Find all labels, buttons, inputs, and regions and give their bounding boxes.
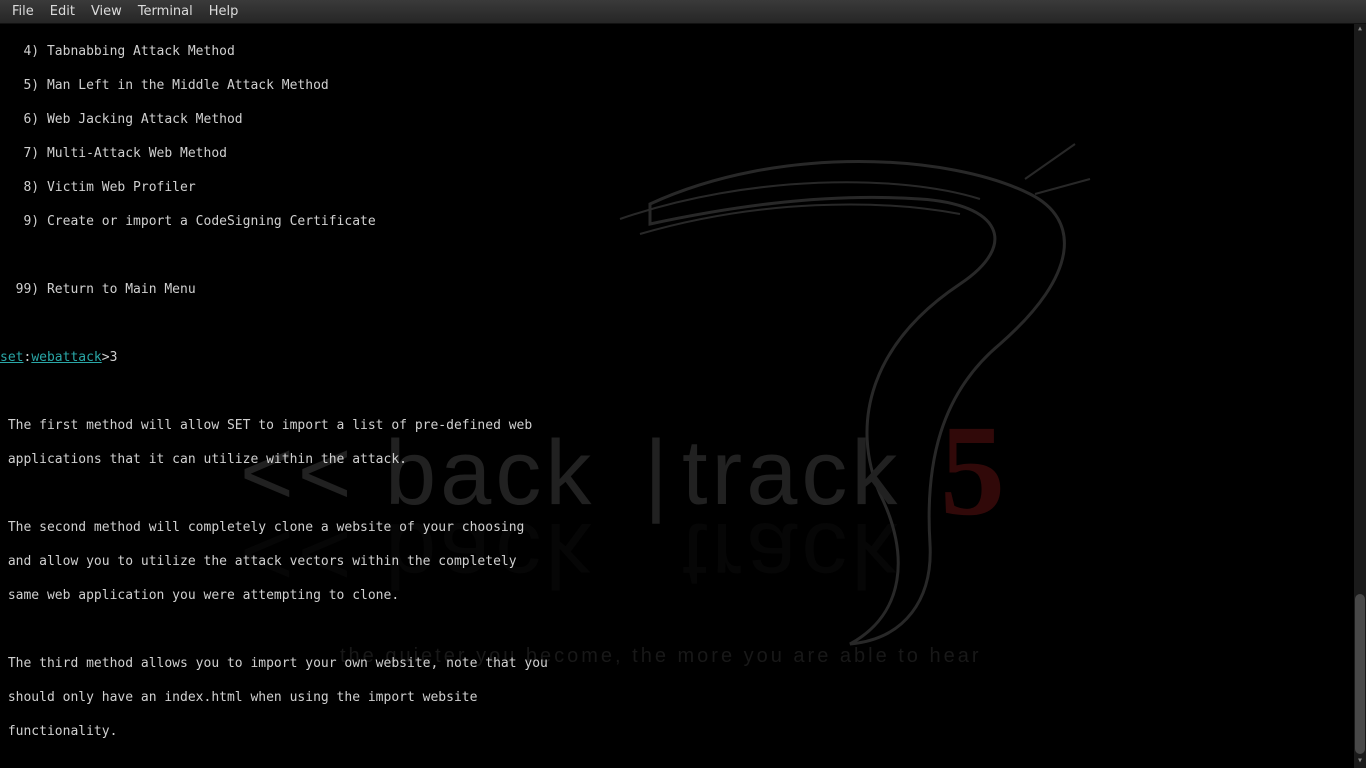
menu-file[interactable]: File: [4, 1, 42, 22]
menu-edit[interactable]: Edit: [42, 1, 83, 22]
terminal-output[interactable]: 4) Tabnabbing Attack Method 5) Man Left …: [0, 24, 1366, 768]
description-text: same web application you were attempting…: [0, 587, 1366, 604]
menu-help[interactable]: Help: [201, 1, 247, 22]
description-text: applications that it can utilize within …: [0, 451, 1366, 468]
menu-view[interactable]: View: [83, 1, 130, 22]
menu-option: 8) Victim Web Profiler: [0, 179, 1366, 196]
blank-line: [0, 315, 1366, 332]
description-text: The second method will completely clone …: [0, 519, 1366, 536]
description-text: The first method will allow SET to impor…: [0, 417, 1366, 434]
description-text: functionality.: [0, 723, 1366, 740]
scroll-down-icon[interactable]: ▾: [1354, 756, 1366, 768]
blank-line: [0, 485, 1366, 502]
menu-terminal[interactable]: Terminal: [130, 1, 201, 22]
user-input: 3: [110, 350, 118, 365]
menu-option: 6) Web Jacking Attack Method: [0, 111, 1366, 128]
scroll-thumb[interactable]: [1355, 594, 1365, 754]
menu-option: 7) Multi-Attack Web Method: [0, 145, 1366, 162]
blank-line: [0, 621, 1366, 638]
menu-option: 9) Create or import a CodeSigning Certif…: [0, 213, 1366, 230]
description-text: and allow you to utilize the attack vect…: [0, 553, 1366, 570]
prompt-module: webattack: [31, 350, 101, 365]
menu-bar: File Edit View Terminal Help: [0, 0, 1366, 24]
menu-option: 99) Return to Main Menu: [0, 281, 1366, 298]
scrollbar[interactable]: ▴ ▾: [1354, 24, 1366, 768]
blank-line: [0, 247, 1366, 264]
blank-line: [0, 757, 1366, 768]
description-text: The third method allows you to import yo…: [0, 655, 1366, 672]
prompt-line: set:webattack>3: [0, 349, 1366, 366]
blank-line: [0, 383, 1366, 400]
scroll-up-icon[interactable]: ▴: [1354, 24, 1366, 36]
terminal-window: << back | track 5 << back track the quie…: [0, 24, 1366, 768]
description-text: should only have an index.html when usin…: [0, 689, 1366, 706]
menu-option: 4) Tabnabbing Attack Method: [0, 43, 1366, 60]
menu-option: 5) Man Left in the Middle Attack Method: [0, 77, 1366, 94]
prompt-set: set: [0, 350, 23, 365]
